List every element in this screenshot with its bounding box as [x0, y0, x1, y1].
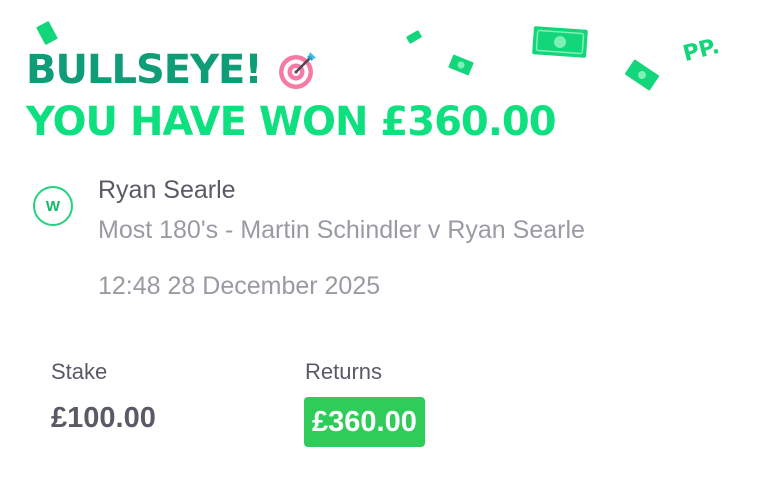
- win-title: BULLSEYE!: [26, 46, 320, 94]
- banknote-icon: [624, 59, 660, 91]
- target-icon: [278, 52, 316, 89]
- banknote-icon: [448, 54, 474, 76]
- brand-logo: PP.: [680, 33, 723, 68]
- bet-selection: Ryan Searle: [98, 176, 236, 204]
- stake-label: Stake: [51, 359, 108, 384]
- returns-value: £360.00: [304, 397, 425, 447]
- banknote-icon: [532, 26, 588, 58]
- banknote-icon: [406, 30, 422, 44]
- win-title-text: BULLSEYE!: [26, 47, 263, 93]
- bet-datetime: 12:48 28 December 2025: [98, 272, 381, 300]
- bet-market: Most 180's - Martin Schindler v Ryan Sea…: [98, 216, 585, 244]
- returns-label: Returns: [305, 359, 383, 384]
- stake-value: £100.00: [51, 402, 156, 434]
- win-status-badge: W: [33, 186, 73, 226]
- win-amount-title: YOU HAVE WON £360.00: [26, 99, 557, 145]
- banknote-icon: [36, 21, 58, 45]
